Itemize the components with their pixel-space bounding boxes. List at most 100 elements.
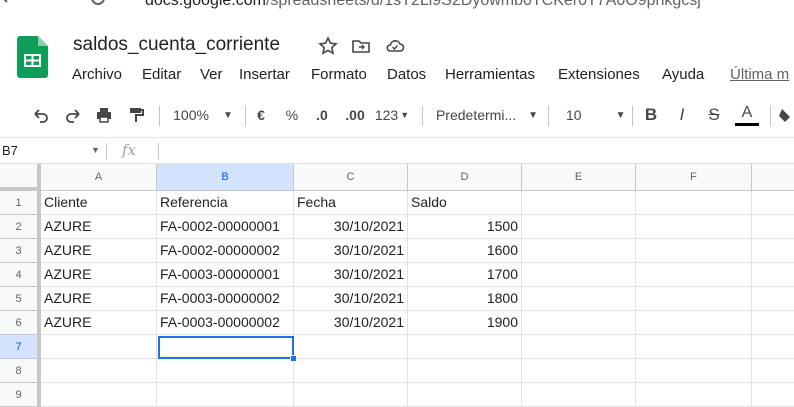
cell-f6[interactable] bbox=[636, 311, 752, 335]
cell-a8[interactable] bbox=[41, 359, 157, 383]
row-header-8[interactable]: 8 bbox=[0, 359, 41, 383]
url-text[interactable]: docs.google.com/spreadsheets/d/1sT2Ll9S2… bbox=[145, 0, 701, 10]
bold-button[interactable]: B bbox=[641, 98, 661, 132]
name-box[interactable]: B7 bbox=[2, 143, 18, 158]
menu-ver[interactable]: Ver bbox=[200, 66, 223, 83]
menu-editar[interactable]: Editar bbox=[142, 66, 181, 83]
menu-formato[interactable]: Formato bbox=[311, 66, 367, 83]
menu-datos[interactable]: Datos bbox=[387, 66, 426, 83]
column-header[interactable] bbox=[752, 164, 794, 191]
cell-b2[interactable]: FA-0002-00000001 bbox=[157, 215, 294, 239]
document-title[interactable]: saldos_cuenta_corriente bbox=[73, 34, 280, 56]
cell-f1[interactable] bbox=[636, 191, 752, 215]
cell[interactable] bbox=[752, 335, 794, 359]
cell-b8[interactable] bbox=[157, 359, 294, 383]
cell-e7[interactable] bbox=[522, 335, 636, 359]
text-color-button[interactable]: A bbox=[735, 98, 759, 132]
cell-d1[interactable]: Saldo bbox=[408, 191, 522, 215]
cell-b1[interactable]: Referencia bbox=[157, 191, 294, 215]
cell-c4[interactable]: 30/10/2021 bbox=[294, 263, 408, 287]
cell[interactable] bbox=[752, 311, 794, 335]
cell-b3[interactable]: FA-0002-00000002 bbox=[157, 239, 294, 263]
italic-button[interactable]: I bbox=[672, 98, 692, 132]
cell-f5[interactable] bbox=[636, 287, 752, 311]
cell-f7[interactable] bbox=[636, 335, 752, 359]
star-icon[interactable] bbox=[318, 36, 338, 56]
cell[interactable] bbox=[752, 239, 794, 263]
percent-format-button[interactable]: % bbox=[283, 98, 301, 132]
cell-a9[interactable] bbox=[41, 383, 157, 407]
column-header-e[interactable]: E bbox=[522, 164, 636, 191]
cell-a6[interactable]: AZURE bbox=[41, 311, 157, 335]
menu-herramientas[interactable]: Herramientas bbox=[445, 66, 535, 83]
more-formats-button[interactable]: 123 ▼ bbox=[374, 98, 410, 132]
cell-b6[interactable]: FA-0003-00000002 bbox=[157, 311, 294, 335]
column-header-b[interactable]: B bbox=[157, 164, 294, 191]
font-size-select[interactable]: 10 ▼ bbox=[556, 98, 626, 132]
cell-c2[interactable]: 30/10/2021 bbox=[294, 215, 408, 239]
cell-a4[interactable]: AZURE bbox=[41, 263, 157, 287]
strikethrough-button[interactable]: S bbox=[704, 98, 724, 132]
cell-c5[interactable]: 30/10/2021 bbox=[294, 287, 408, 311]
selected-cell-outline[interactable] bbox=[158, 336, 294, 359]
cell-e4[interactable] bbox=[522, 263, 636, 287]
decrease-decimals-button[interactable]: .0 bbox=[311, 98, 333, 132]
cell-c3[interactable]: 30/10/2021 bbox=[294, 239, 408, 263]
cell[interactable] bbox=[752, 383, 794, 407]
menu-insertar[interactable]: Insertar bbox=[239, 66, 290, 83]
cell-a2[interactable]: AZURE bbox=[41, 215, 157, 239]
cell-f3[interactable] bbox=[636, 239, 752, 263]
cell-b5[interactable]: FA-0003-00000002 bbox=[157, 287, 294, 311]
menu-ayuda[interactable]: Ayuda bbox=[662, 66, 704, 83]
row-header-7[interactable]: 7 bbox=[0, 335, 41, 359]
row-header-1[interactable]: 1 bbox=[0, 191, 41, 215]
cell-d3[interactable]: 1600 bbox=[408, 239, 522, 263]
row-header-6[interactable]: 6 bbox=[0, 311, 41, 335]
column-header-c[interactable]: C bbox=[294, 164, 408, 191]
cell-f4[interactable] bbox=[636, 263, 752, 287]
cell-c7[interactable] bbox=[294, 335, 408, 359]
paint-format-button[interactable] bbox=[125, 98, 147, 132]
cell-e3[interactable] bbox=[522, 239, 636, 263]
column-header-a[interactable]: A bbox=[41, 164, 157, 191]
cell[interactable] bbox=[752, 191, 794, 215]
menu-extensiones[interactable]: Extensiones bbox=[558, 66, 640, 83]
cell-e8[interactable] bbox=[522, 359, 636, 383]
browser-url-bar[interactable]: docs.google.com/spreadsheets/d/1sT2Ll9S2… bbox=[0, 0, 794, 10]
fill-handle[interactable] bbox=[290, 355, 297, 362]
column-header-d[interactable]: D bbox=[408, 164, 522, 191]
currency-format-button[interactable]: € bbox=[252, 98, 270, 132]
cell-c9[interactable] bbox=[294, 383, 408, 407]
cell[interactable] bbox=[752, 287, 794, 311]
font-select[interactable]: Predetermi... ▼ bbox=[434, 98, 540, 132]
row-header-4[interactable]: 4 bbox=[0, 263, 41, 287]
cell-c1[interactable]: Fecha bbox=[294, 191, 408, 215]
increase-decimals-button[interactable]: .00 bbox=[342, 98, 368, 132]
zoom-select[interactable]: 100% ▼ bbox=[168, 98, 238, 132]
cell-b4[interactable]: FA-0003-00000001 bbox=[157, 263, 294, 287]
last-edit-link[interactable]: Última m bbox=[730, 66, 789, 83]
cell-d9[interactable] bbox=[408, 383, 522, 407]
cell-e9[interactable] bbox=[522, 383, 636, 407]
cell[interactable] bbox=[752, 215, 794, 239]
cell-a3[interactable]: AZURE bbox=[41, 239, 157, 263]
undo-button[interactable] bbox=[30, 98, 52, 132]
cell[interactable] bbox=[752, 359, 794, 383]
print-button[interactable] bbox=[93, 98, 115, 132]
menu-archivo[interactable]: Archivo bbox=[72, 66, 122, 83]
fill-color-button[interactable] bbox=[778, 98, 794, 132]
cell-d2[interactable]: 1500 bbox=[408, 215, 522, 239]
cell-a7[interactable] bbox=[41, 335, 157, 359]
cell[interactable] bbox=[752, 263, 794, 287]
cell-d7[interactable] bbox=[408, 335, 522, 359]
cell-e2[interactable] bbox=[522, 215, 636, 239]
cell-e1[interactable] bbox=[522, 191, 636, 215]
cell-a1[interactable]: Cliente bbox=[41, 191, 157, 215]
row-header-9[interactable]: 9 bbox=[0, 383, 41, 407]
column-header-f[interactable]: F bbox=[636, 164, 752, 191]
cell-e5[interactable] bbox=[522, 287, 636, 311]
cell-d5[interactable]: 1800 bbox=[408, 287, 522, 311]
back-arrow-icon[interactable] bbox=[0, 0, 16, 6]
chevron-down-icon[interactable]: ▼ bbox=[91, 145, 100, 155]
cell-e6[interactable] bbox=[522, 311, 636, 335]
